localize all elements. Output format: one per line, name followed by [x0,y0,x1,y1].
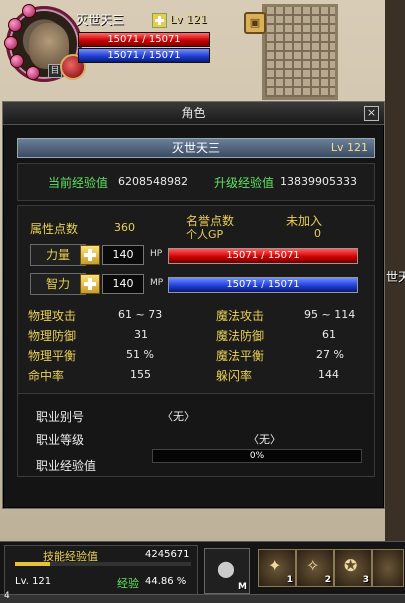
mp-bar: 15071 / 15071 [78,48,210,63]
slot-m-label: M [238,582,247,592]
skill-icon: ✦ [268,556,282,575]
stats-section: 属性点数 360 名誉点数 未加入 个人GP 0 力量 140 HP 15071… [17,205,375,395]
player-hud: 目 灭世天三 Lv 121 15071 / 15071 15071 / 1507… [0,0,220,86]
character-name: 灭世天三 [171,141,220,155]
buff-orb-icon[interactable] [8,18,22,32]
job-level-label: 职业等级 [36,433,85,447]
upgrade-exp-value: 13839905333 [280,175,357,188]
stat-value: 61 ~ 73 [118,308,163,321]
stat-value: 51 % [126,348,154,361]
exp-section: 当前经验值 6208548982 升级经验值 13839905333 [17,163,375,201]
add-points-icon[interactable] [152,13,167,28]
add-int-button[interactable] [80,274,100,294]
str-label: 力量 [30,244,86,266]
upgrade-exp-label: 升级经验值 [214,176,275,190]
slot-number: 1 [286,575,293,585]
panel-hp-bar: 15071 / 15071 [168,248,358,264]
character-level: Lv 121 [330,141,368,154]
background-window [262,4,338,100]
job-name-value: 〈无〉 [162,410,195,423]
stat-label: 躲闪率 [216,369,253,383]
bottom-hud: 技能经验值 4245671 Lv. 121 经验 44.86 % ⬤ M ✦ 1… [0,541,405,603]
stat-label: 魔法平衡 [216,349,265,363]
stat-label: 魔法防御 [216,329,265,343]
skill-slot[interactable]: ✧ 2 [296,549,334,587]
stat-value: 31 [134,328,148,341]
attr-points-label: 属性点数 [30,222,79,236]
hp-bar: 15071 / 15071 [78,32,210,47]
skill-exp-bar [15,562,191,566]
slot-number: 3 [362,575,369,585]
stat-value: 155 [130,368,151,381]
close-button[interactable]: × [364,106,379,121]
notification-icon[interactable]: ▣ [244,12,266,34]
skill-exp-fill [15,562,51,566]
player-name: 灭世天三 [76,13,125,27]
stat-label: 魔法攻击 [216,309,265,323]
quick-bar-strip: 4 [0,591,405,603]
side-text: 世天 [386,270,405,284]
background-strip [385,0,405,601]
gp-label: 个人GP [186,228,224,241]
job-level-value: 〈无〉 [248,433,281,446]
current-exp-value: 6208548982 [118,175,188,188]
str-value: 140 [102,245,144,265]
slot-number: 2 [324,575,331,585]
skill-icon: ✪ [344,556,358,575]
stat-label: 物理攻击 [28,309,77,323]
panel-mp-bar: 15071 / 15071 [168,277,358,293]
job-exp-label: 职业经验值 [36,459,97,473]
job-name-label: 职业别号 [36,410,85,424]
buff-orb-icon[interactable] [26,66,40,80]
current-exp-label: 当前经验值 [48,176,109,190]
skill-icon: ✧ [306,556,320,575]
stat-value: 61 [322,328,336,341]
job-exp-bar: 0% [152,449,362,463]
stat-label: 物理防御 [28,329,77,343]
hp-label: HP [150,249,163,259]
exp-label: 经验 [117,577,139,590]
panel-title: 角色 [3,102,384,125]
skill-exp-panel: 技能经验值 4245671 Lv. 121 经验 44.86 % [4,545,198,599]
skill-slot[interactable]: ✦ 1 [258,549,296,587]
add-str-button[interactable] [80,245,100,265]
buff-orb-icon[interactable] [10,54,24,68]
corner-number: 4 [4,591,10,601]
player-level: Lv 121 [170,13,208,26]
character-name-bar: 灭世天三 Lv 121 [17,138,375,158]
stat-label: 命中率 [28,369,65,383]
mount-icon: ⬤ [217,559,235,578]
buff-orb-icon[interactable] [22,4,36,18]
int-label: 智力 [30,273,86,295]
exp-value: 44.86 % [145,576,187,587]
job-section: 职业别号 〈无〉 职业等级 〈无〉 职业经验值 0% [17,393,375,477]
bottom-level: Lv. 121 [15,576,52,587]
stat-value: 27 % [316,348,344,361]
stat-value: 144 [318,368,339,381]
skill-exp-value: 4245671 [145,549,190,560]
attr-points-value: 360 [114,221,135,234]
skill-slot[interactable]: ✪ 3 [334,549,372,587]
buff-orb-icon[interactable] [4,36,18,50]
character-panel: 角色 × 灭世天三 Lv 121 当前经验值 6208548982 升级经验值 … [2,101,385,509]
stat-value: 95 ~ 114 [304,308,356,321]
mp-label: MP [150,278,164,288]
gp-value: 0 [314,227,321,240]
skill-slot[interactable] [372,549,404,587]
mount-slot[interactable]: ⬤ M [204,548,250,594]
stat-label: 物理平衡 [28,349,77,363]
int-value: 140 [102,274,144,294]
